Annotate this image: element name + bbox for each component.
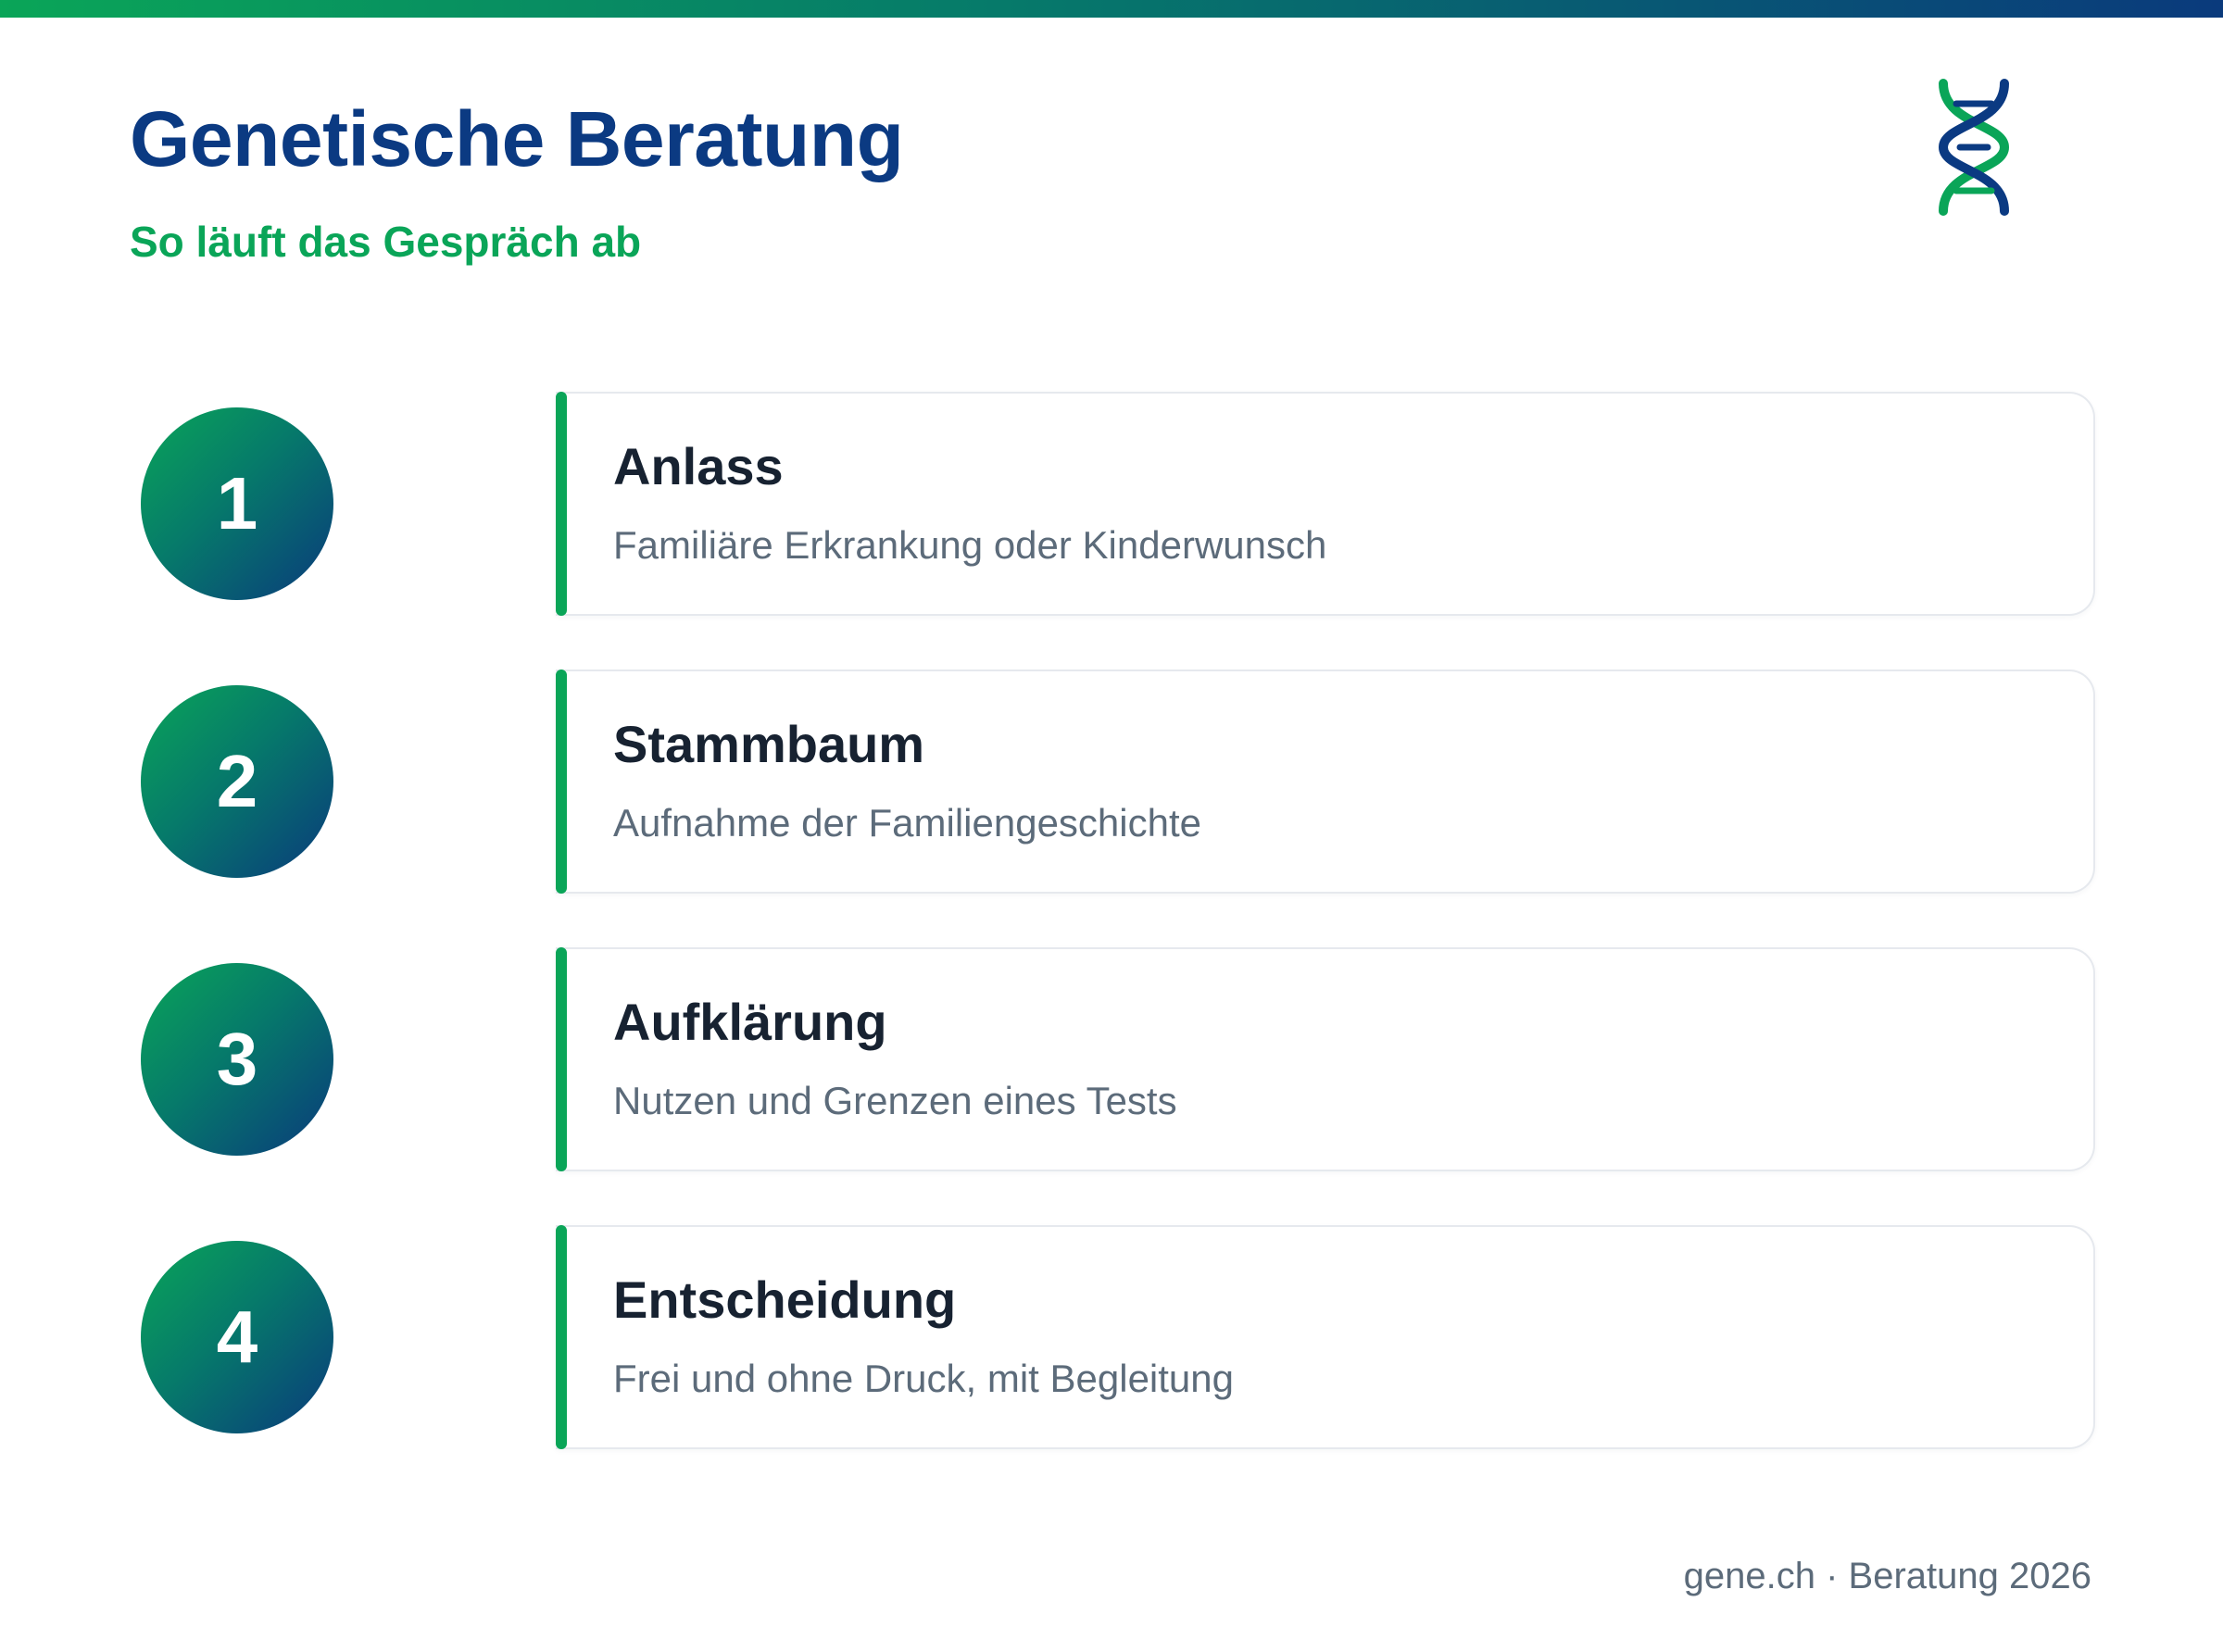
step-description: Aufnahme der Familiengeschichte bbox=[613, 801, 1202, 845]
step-item: 1 Anlass Familiäre Erkrankung oder Kinde… bbox=[0, 392, 2223, 616]
footer-credit: gene.ch · Beratung 2026 bbox=[1683, 1556, 2091, 1596]
step-number-badge: 4 bbox=[141, 1241, 333, 1433]
steps-list: 1 Anlass Familiäre Erkrankung oder Kinde… bbox=[0, 0, 2223, 1652]
step-card: Entscheidung Frei und ohne Druck, mit Be… bbox=[556, 1225, 2095, 1449]
step-title: Aufklärung bbox=[613, 993, 887, 1051]
step-description: Frei und ohne Druck, mit Begleitung bbox=[613, 1357, 1235, 1400]
step-item: 3 Aufklärung Nutzen und Grenzen eines Te… bbox=[0, 947, 2223, 1171]
step-title: Anlass bbox=[613, 437, 784, 495]
step-title: Entscheidung bbox=[613, 1270, 957, 1329]
step-number-badge: 2 bbox=[141, 685, 333, 878]
step-title: Stammbaum bbox=[613, 715, 925, 773]
step-item: 4 Entscheidung Frei und ohne Druck, mit … bbox=[0, 1225, 2223, 1449]
step-item: 2 Stammbaum Aufnahme der Familiengeschic… bbox=[0, 670, 2223, 894]
step-card: Aufklärung Nutzen und Grenzen eines Test… bbox=[556, 947, 2095, 1171]
step-description: Familiäre Erkrankung oder Kinderwunsch bbox=[613, 523, 1327, 567]
step-number-badge: 3 bbox=[141, 963, 333, 1156]
step-description: Nutzen und Grenzen eines Tests bbox=[613, 1079, 1177, 1122]
step-card: Stammbaum Aufnahme der Familiengeschicht… bbox=[556, 670, 2095, 894]
step-number-badge: 1 bbox=[141, 407, 333, 600]
step-card: Anlass Familiäre Erkrankung oder Kinderw… bbox=[556, 392, 2095, 616]
